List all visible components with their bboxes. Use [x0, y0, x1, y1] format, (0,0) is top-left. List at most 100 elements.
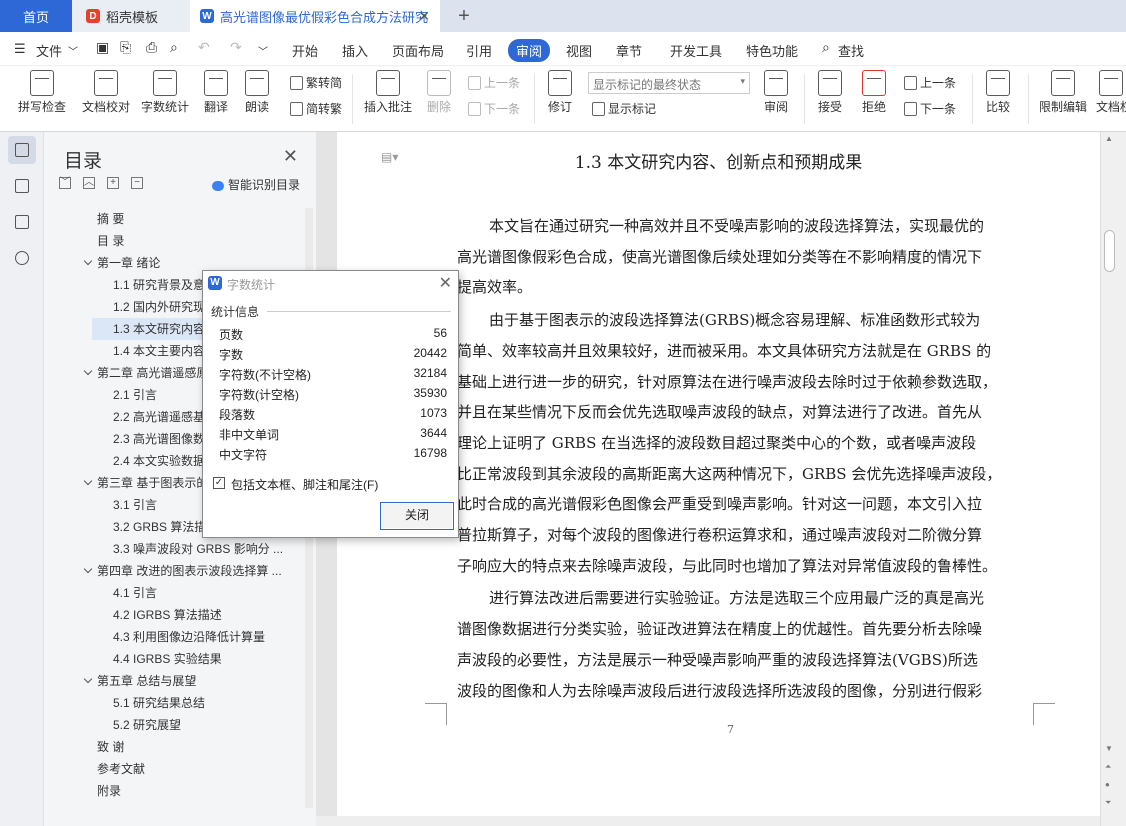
expand-arrow-icon[interactable] [83, 256, 93, 266]
document-line: 理论上证明了 GRBS 在当选择的波段数目超过聚类中心的个数，或者噪声波段 [457, 433, 977, 452]
track-changes-button[interactable]: 修订 [542, 70, 578, 115]
next-comment-button[interactable]: 下一条 [468, 100, 520, 117]
accept-button[interactable]: 接受 [812, 70, 848, 115]
menu-section[interactable]: 章节 [616, 41, 642, 60]
quick-access-more-icon[interactable]: ﹀ [258, 43, 268, 58]
wordcount-button[interactable]: 字数统计 [140, 70, 190, 115]
search-icon[interactable]: ⌕ [822, 39, 830, 56]
smart-toc-button[interactable]: 智能识别目录 [212, 176, 300, 193]
menu-features[interactable]: 特色功能 [746, 41, 798, 60]
show-markup-button[interactable]: 显示标记 [592, 100, 656, 117]
export-pdf-icon[interactable]: ⎘ [120, 39, 131, 56]
scroll-thumb[interactable] [1104, 230, 1115, 272]
redo-icon[interactable]: ↷ [230, 39, 242, 56]
toc-item[interactable]: 第五章 总结与展望 [44, 670, 316, 692]
chevron-down-icon[interactable]: ﹀ [68, 43, 78, 58]
toc-item[interactable]: 致 谢 [44, 736, 316, 758]
trad-to-simp-button[interactable]: 繁转简 [290, 74, 342, 91]
simp-to-trad-button[interactable]: 简转繁 [290, 100, 342, 117]
compare-button[interactable]: 比较 [980, 70, 1016, 115]
toc-item[interactable]: 附录 [44, 780, 316, 802]
file-menu[interactable]: 文件 [36, 41, 62, 60]
prev-change-button[interactable]: 上一条 [904, 74, 956, 91]
tab-document[interactable]: W 高光谱图像最优假彩色合成方法研究 ✕ [190, 0, 440, 32]
next-page-icon[interactable]: ⏷ [1105, 798, 1111, 808]
document-permission-button[interactable]: 文档权 [1096, 70, 1126, 115]
toc-item[interactable]: 第四章 改进的图表示波段选择算 ... [44, 560, 316, 582]
stat-value: 56 [433, 326, 447, 340]
restrict-editing-button[interactable]: 限制编辑 [1036, 70, 1090, 115]
undo-icon[interactable]: ↶ [198, 39, 210, 56]
menu-view[interactable]: 视图 [566, 41, 592, 60]
add-heading-icon[interactable]: + [107, 177, 119, 189]
expand-level-icon[interactable]: ︿ [83, 177, 95, 189]
toc-item[interactable]: 3.3 噪声波段对 GRBS 影响分 ... [44, 538, 316, 560]
prev-comment-button[interactable]: 上一条 [468, 74, 520, 91]
document-line: 普拉斯算子，对每个波段的图像进行卷积运算求和，通过噪声波段对二阶微分算 [457, 526, 983, 544]
delete-comment-button[interactable]: 删除 [422, 70, 456, 115]
horizontal-scrollbar[interactable] [316, 816, 1100, 826]
expand-arrow-icon[interactable] [83, 674, 93, 684]
toc-item[interactable]: 4.1 引言 [44, 582, 316, 604]
tab-template[interactable]: D 稻壳模板 [72, 0, 190, 32]
review-pane-button[interactable]: 审阅 [758, 70, 794, 115]
toc-item[interactable]: 4.2 IGRBS 算法描述 [44, 604, 316, 626]
toc-item[interactable]: 5.2 研究展望 [44, 714, 316, 736]
toc-item[interactable]: 5.1 研究结果总结 [44, 692, 316, 714]
search-button[interactable]: 查找 [838, 41, 864, 60]
insert-comment-button[interactable]: 插入批注 [362, 70, 414, 115]
include-textbox-checkbox[interactable]: ✓ [213, 477, 225, 489]
read-aloud-button[interactable]: 朗读 [242, 70, 272, 115]
prev-page-icon[interactable]: ⏶ [1105, 762, 1111, 772]
stat-value: 16798 [413, 446, 447, 460]
expand-arrow-icon[interactable] [83, 564, 93, 574]
document-line: 子响应大的特点来去除噪声波段，与此同时也增加了算法对异常值波段的鲁棒性。 [457, 556, 998, 575]
expand-arrow-icon[interactable] [83, 366, 93, 376]
show-markup-label: 显示标记 [608, 102, 657, 116]
toc-item[interactable]: 摘 要 [44, 208, 316, 230]
toc-item[interactable]: 4.3 利用图像边沿降低计算量 [44, 626, 316, 648]
spellcheck-button[interactable]: 拼写检查 [12, 70, 72, 115]
include-textbox-label[interactable]: 包括文本框、脚注和尾注(F) [231, 476, 378, 493]
menu-reference[interactable]: 引用 [466, 41, 492, 60]
bookmark-icon[interactable] [8, 208, 36, 236]
word-count-dialog: W 字数统计 ✕ 统计信息 页数 56 字数 20442 字符数(不计空格) 32184 字… [202, 270, 459, 538]
select-browse-object-icon[interactable]: ● [1105, 780, 1110, 789]
outline-icon[interactable] [8, 172, 36, 200]
close-icon[interactable]: ✕ [283, 146, 298, 167]
expand-arrow-icon[interactable] [83, 476, 93, 486]
dialog-close-icon[interactable]: ✕ [439, 273, 452, 293]
ribbon-divider [1028, 74, 1029, 124]
next-change-button[interactable]: 下一条 [904, 100, 956, 117]
close-tab-icon[interactable]: ✕ [418, 8, 430, 25]
menu-layout[interactable]: 页面布局 [392, 41, 444, 60]
toc-item[interactable]: 4.4 IGRBS 实验结果 [44, 648, 316, 670]
print-preview-icon[interactable]: ⌕ [170, 39, 178, 56]
toc-item[interactable]: 目 录 [44, 230, 316, 252]
toc-item[interactable]: 参考文献 [44, 758, 316, 780]
print-icon[interactable]: ⎙ [146, 39, 157, 56]
toc-item-label: 致 谢 [97, 740, 125, 754]
proofread-button[interactable]: 文档校对 [80, 70, 132, 115]
tab-home[interactable]: 首页 [0, 0, 72, 32]
find-icon[interactable] [8, 244, 36, 272]
save-icon[interactable]: ▣ [96, 39, 109, 56]
toc-panel-icon[interactable] [8, 136, 36, 164]
menu-insert[interactable]: 插入 [342, 41, 368, 60]
markup-display-select[interactable]: 显示标记的最终状态 ▾ [588, 72, 750, 94]
new-tab-icon[interactable]: + [452, 0, 476, 32]
translate-button[interactable]: 翻译 [198, 70, 234, 115]
close-dialog-button[interactable]: 关闭 [380, 502, 454, 530]
proofread-label: 文档校对 [81, 100, 130, 114]
scroll-down-icon[interactable]: ▼ [1105, 744, 1113, 753]
document-scrollbar[interactable]: ▲ ▼ ⏶ ● ⏷ [1100, 132, 1126, 826]
hamburger-icon[interactable]: ☰ [14, 41, 26, 57]
reject-button[interactable]: 拒绝 [856, 70, 892, 115]
remove-heading-icon[interactable]: − [131, 177, 143, 189]
menu-developer[interactable]: 开发工具 [670, 41, 722, 60]
menu-start[interactable]: 开始 [292, 41, 318, 60]
toc-item[interactable]: 1.3 本文研究内容 [92, 318, 202, 340]
collapse-all-icon[interactable]: ﹀ [59, 177, 71, 189]
menu-review[interactable]: 审阅 [508, 39, 551, 62]
scroll-up-icon[interactable]: ▲ [1105, 134, 1113, 143]
